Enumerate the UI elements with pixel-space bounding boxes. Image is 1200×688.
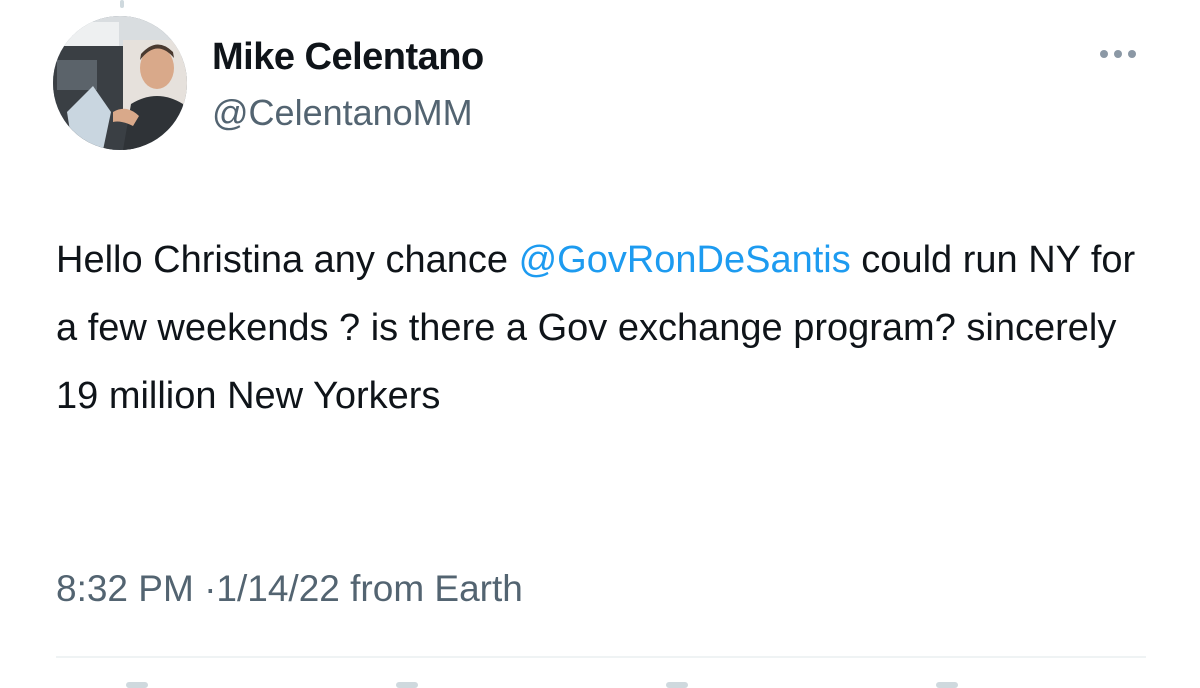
more-options-button[interactable]: [1094, 40, 1142, 68]
avatar[interactable]: [53, 16, 187, 150]
author-handle[interactable]: @CelentanoMM: [212, 92, 473, 134]
tweet-meta: 8:32 PM ·1/14/22 from Earth: [56, 568, 523, 610]
author-display-name[interactable]: Mike Celentano: [212, 36, 484, 79]
like-icon[interactable]: [666, 682, 688, 688]
share-icon[interactable]: [936, 682, 958, 688]
reply-icon[interactable]: [126, 682, 148, 688]
mention-link[interactable]: @GovRonDeSantis: [519, 239, 851, 281]
tweet-time[interactable]: 8:32 PM: [56, 568, 194, 609]
thread-connector-line: [120, 0, 124, 8]
tweet-date[interactable]: 1/14/22: [216, 568, 339, 609]
profile-photo-icon: [53, 16, 187, 150]
action-bar: [56, 672, 1146, 688]
tweet-text: Hello Christina any chance @GovRonDeSant…: [56, 226, 1156, 430]
tweet-text-part: Hello Christina any chance: [56, 239, 519, 281]
divider: [56, 656, 1146, 658]
meta-separator: ·: [204, 568, 217, 609]
more-options-icon: [1100, 50, 1136, 58]
tweet-source: from Earth: [350, 568, 523, 609]
retweet-icon[interactable]: [396, 682, 418, 688]
